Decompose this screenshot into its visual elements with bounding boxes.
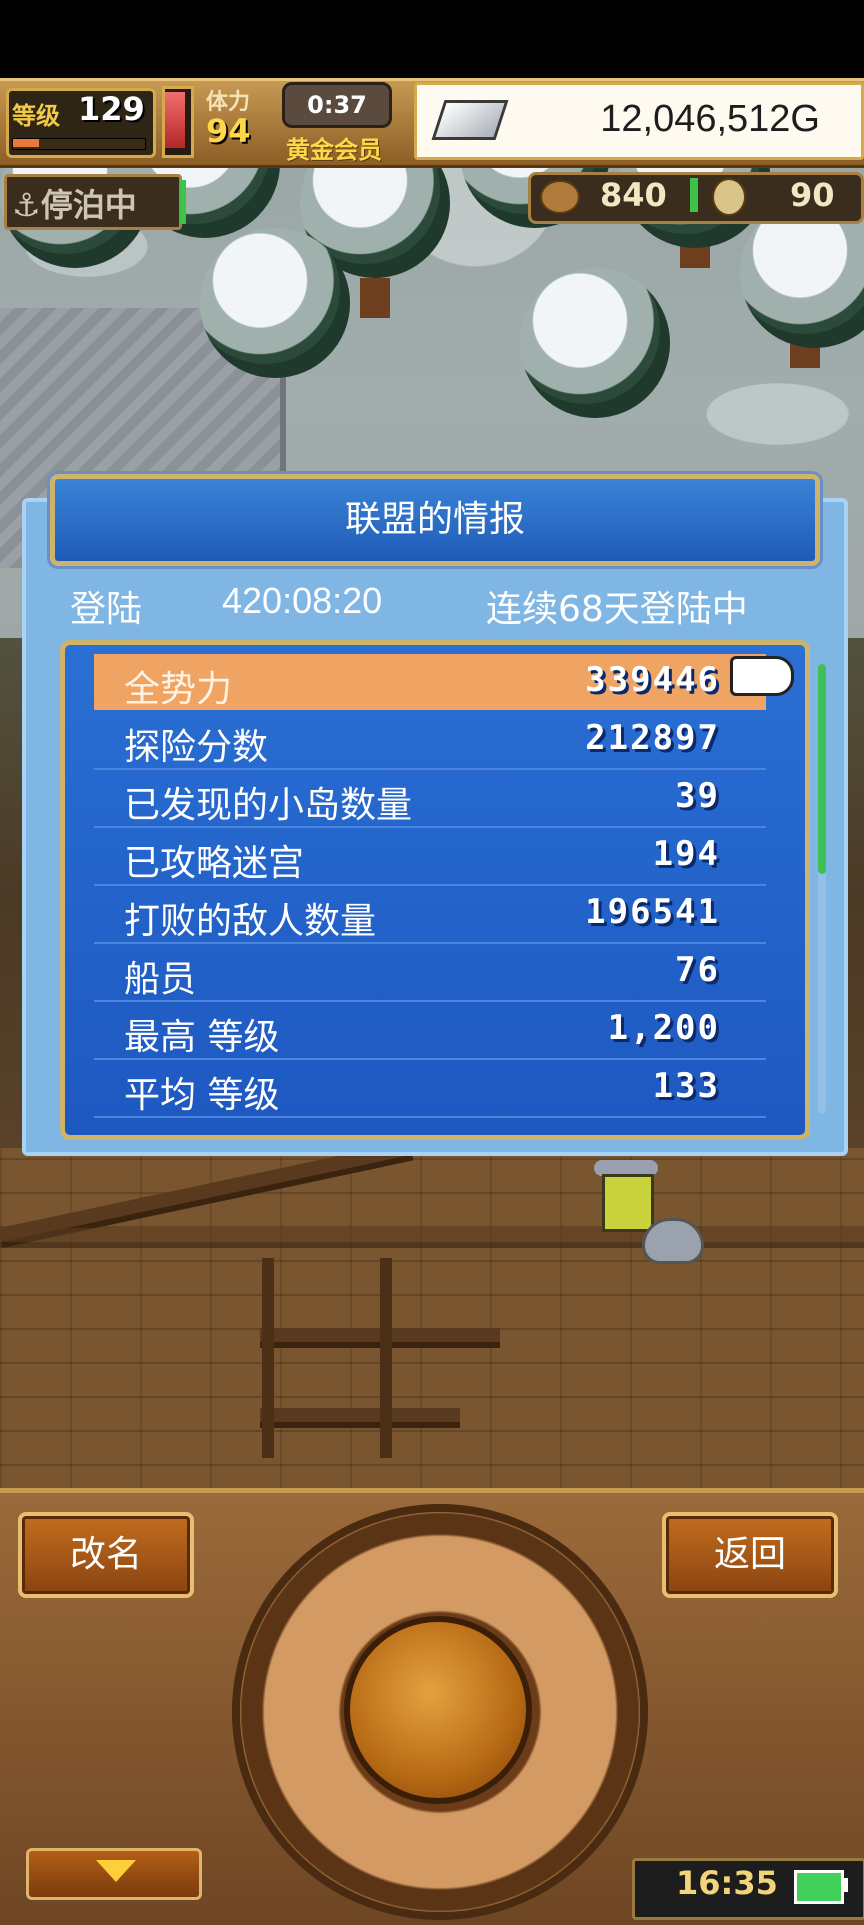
stat-label: 船员 bbox=[124, 959, 197, 1000]
hp-gauge-fill bbox=[165, 92, 185, 148]
medal-icon bbox=[712, 178, 746, 216]
battery-icon bbox=[794, 1870, 844, 1904]
back-button[interactable]: 返回 bbox=[662, 1512, 838, 1598]
login-label: 登陆 bbox=[70, 589, 143, 630]
resource2-value: 90 bbox=[790, 176, 835, 214]
stair-rail bbox=[260, 1408, 460, 1422]
stair-post bbox=[262, 1258, 274, 1458]
stat-label: 探险分数 bbox=[124, 727, 269, 768]
scrollbar[interactable] bbox=[818, 664, 826, 874]
stat-value: 133 bbox=[652, 1066, 720, 1106]
timer-display: 0:37 bbox=[282, 82, 392, 128]
stat-row-average-level[interactable]: 平均 等级 133 bbox=[94, 1060, 766, 1118]
dock-status: ⚓停泊中 bbox=[12, 186, 137, 224]
stat-value: 212897 bbox=[585, 718, 720, 758]
deck-rail bbox=[0, 1228, 864, 1242]
stat-value: 194 bbox=[652, 834, 720, 874]
stamina-value: 94 bbox=[206, 112, 251, 150]
snow-tree bbox=[520, 268, 670, 418]
dock-status-label: 停泊中 bbox=[40, 186, 137, 224]
stat-value: 339446 bbox=[585, 660, 720, 700]
center-action-button[interactable] bbox=[344, 1616, 532, 1804]
resource1-value: 840 bbox=[600, 176, 667, 214]
stat-value: 76 bbox=[675, 950, 720, 990]
stat-row-max-level[interactable]: 最高 等级 1,200 bbox=[94, 1002, 766, 1060]
membership-label: 黄金会员 bbox=[286, 136, 382, 164]
stat-value: 1,200 bbox=[607, 1008, 720, 1048]
level-progress-fill bbox=[13, 139, 39, 147]
stat-row-enemies-defeated[interactable]: 打败的敌人数量 196541 bbox=[94, 886, 766, 944]
stat-row-islands-found[interactable]: 已发现的小岛数量 39 bbox=[94, 770, 766, 828]
dock-indicator bbox=[180, 180, 186, 224]
stat-row-dungeons-cleared[interactable]: 已攻略迷宫 194 bbox=[94, 828, 766, 886]
battery-tip bbox=[842, 1878, 848, 1892]
player-character bbox=[602, 1174, 654, 1232]
stat-value: 196541 bbox=[585, 892, 720, 932]
gold-value: 12,046,512G bbox=[600, 98, 820, 140]
resource-gauge bbox=[690, 178, 698, 212]
dialog-title: 联盟的情报 bbox=[344, 499, 525, 540]
stat-label: 最高 等级 bbox=[124, 1017, 280, 1058]
pointing-hand-icon bbox=[730, 656, 794, 696]
stat-row-crew[interactable]: 船员 76 bbox=[94, 944, 766, 1002]
stat-value: 39 bbox=[675, 776, 720, 816]
stat-label: 平均 等级 bbox=[124, 1075, 280, 1116]
stat-label: 已发现的小岛数量 bbox=[124, 785, 413, 826]
clock: 16:35 bbox=[676, 1864, 778, 1902]
chevron-down-icon bbox=[96, 1860, 136, 1882]
wooden-floor bbox=[0, 1148, 864, 1488]
stat-label: 全势力 bbox=[124, 669, 233, 710]
stat-label: 打败的敌人数量 bbox=[124, 901, 377, 942]
seed-bag-icon bbox=[540, 180, 580, 214]
login-streak: 连续68天登陆中 bbox=[486, 589, 748, 630]
level-label: 等级 bbox=[12, 102, 60, 130]
stat-label: 已攻略迷宫 bbox=[124, 843, 305, 884]
stat-row-total-power[interactable]: 全势力 339446 bbox=[94, 654, 766, 710]
stair-post bbox=[380, 1258, 392, 1458]
snow-tree bbox=[200, 228, 350, 378]
stat-row-exploration-score[interactable]: 探险分数 212897 bbox=[94, 712, 766, 770]
slime-monster bbox=[642, 1218, 704, 1264]
rename-button[interactable]: 改名 bbox=[18, 1512, 194, 1598]
login-time: 420:08:20 bbox=[222, 580, 383, 621]
level-value: 129 bbox=[78, 90, 145, 128]
silver-bar-icon bbox=[431, 100, 509, 140]
tree-trunk bbox=[360, 278, 390, 318]
